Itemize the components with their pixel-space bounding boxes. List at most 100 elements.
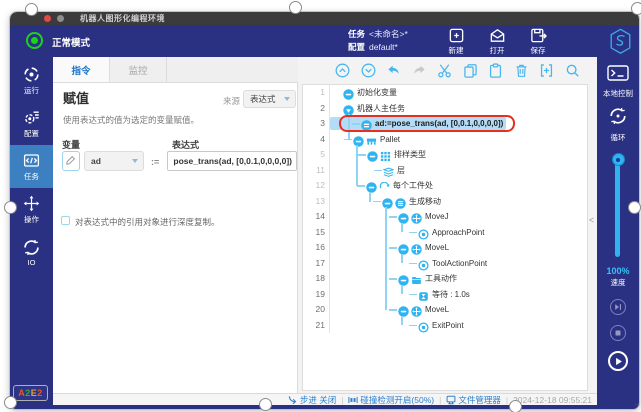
- tree-row-label: ExitPoint: [432, 321, 464, 330]
- config-label: 配置: [348, 42, 365, 52]
- tree-row-number: 5: [303, 147, 330, 163]
- tree-row-number: 18: [303, 271, 330, 287]
- status-text: 步进 关闭: [300, 394, 336, 406]
- sidebar-item-run[interactable]: 运行: [10, 59, 53, 102]
- panel-collapse-handle[interactable]: <: [589, 215, 594, 225]
- window-title: 机器人图形化编程环境: [80, 12, 165, 25]
- status-text: 文件管理器: [458, 394, 501, 406]
- minus-circle-icon[interactable]: [398, 304, 409, 315]
- new-button[interactable]: 新建: [438, 27, 474, 56]
- sidebar-item-task[interactable]: 任务: [10, 145, 53, 188]
- new-button-label: 新建: [449, 45, 464, 56]
- cut-button[interactable]: [437, 63, 452, 78]
- variable-select[interactable]: ad: [84, 151, 144, 171]
- annotation-handle: [259, 398, 272, 411]
- triangle-circle-icon[interactable]: [343, 103, 354, 114]
- deep-copy-checkbox[interactable]: [61, 216, 70, 225]
- window-close-button[interactable]: [44, 15, 51, 22]
- minus-circle-icon[interactable]: [382, 196, 393, 207]
- tree-row-label: 生成移动: [409, 196, 441, 207]
- tree-row[interactable]: 15ApproachPoint: [303, 225, 587, 241]
- local-control-icon[interactable]: [607, 65, 629, 86]
- tree-row[interactable]: 3ad:=pose_trans(ad, [0,0.1,0,0,0,0]): [303, 116, 587, 132]
- undo-button[interactable]: [386, 63, 401, 78]
- screenshot-root: 机器人图形化编程环境 正常模式 任务<未命名>* 配置default* 新建 打开…: [0, 0, 641, 412]
- minus-circle-icon[interactable]: [343, 87, 354, 98]
- status-separator: |: [506, 395, 508, 405]
- expression-input[interactable]: pose_trans(ad, [0,0.1,0,0,0,0]): [167, 151, 297, 171]
- tree-row[interactable]: 18工具动作: [303, 271, 587, 287]
- tree-connector-stub: [409, 232, 417, 234]
- tab-instruction[interactable]: 指令: [53, 57, 110, 82]
- tree-connector: [356, 145, 358, 186]
- tree-connector-stub: [352, 123, 360, 125]
- tree-row[interactable]: 12每个工件处: [303, 178, 587, 194]
- tree-row[interactable]: 19等待 : 1.0s: [303, 287, 587, 303]
- tree-row-label: ApproachPoint: [432, 228, 484, 237]
- mode-label: 正常模式: [52, 35, 90, 49]
- edit-variable-button[interactable]: [62, 151, 80, 171]
- speed-slider-handle[interactable]: [612, 153, 625, 166]
- expand-all-button[interactable]: [361, 63, 376, 78]
- minus-circle-icon[interactable]: [398, 273, 409, 284]
- instruction-tabs: 指令 监控: [53, 57, 298, 83]
- sidebar-item-label: 配置: [24, 128, 39, 139]
- tree-row[interactable]: 17ToolActionPoint: [303, 256, 587, 272]
- play-button[interactable]: [608, 351, 628, 371]
- sidebar-item-io[interactable]: IO: [10, 231, 53, 274]
- tree-row[interactable]: 11层: [303, 163, 587, 179]
- insert-button[interactable]: [539, 63, 554, 78]
- tree-row[interactable]: 2机器人主任务: [303, 101, 587, 117]
- target-icon: [418, 320, 429, 331]
- save-button[interactable]: 保存: [520, 27, 556, 56]
- tree-row[interactable]: 16MoveL: [303, 240, 587, 256]
- minus-circle-icon[interactable]: [398, 242, 409, 253]
- tree-row[interactable]: 1初始化变量: [303, 85, 587, 101]
- status-collision[interactable]: 碰撞检测开启(50%): [348, 394, 434, 406]
- task-config-block: 任务<未命名>* 配置default*: [348, 28, 408, 54]
- stop-button[interactable]: [610, 325, 626, 341]
- minus-circle-icon[interactable]: [367, 149, 378, 160]
- minus-circle-icon[interactable]: [353, 134, 364, 145]
- minus-circle-icon[interactable]: [366, 180, 377, 191]
- search-button[interactable]: [565, 63, 580, 78]
- tree-row-body: 生成移动: [330, 195, 441, 208]
- tree-row[interactable]: 20MoveL: [303, 302, 587, 318]
- collision-icon: [348, 395, 358, 405]
- tree-row[interactable]: 21ExitPoint: [303, 318, 587, 334]
- status-step-status[interactable]: 步进 关闭: [288, 394, 336, 406]
- sidebar-item-config[interactable]: 配置: [10, 102, 53, 145]
- task-icon: [23, 152, 40, 169]
- tab-monitor[interactable]: 监控: [110, 57, 167, 82]
- loop-mode-icon[interactable]: [609, 107, 627, 130]
- tree-row-number: 13: [303, 194, 330, 210]
- app-logo-icon: [609, 28, 632, 54]
- tree-row-number: 11: [303, 163, 330, 179]
- window-minimize-button[interactable]: [57, 15, 64, 22]
- open-button[interactable]: 打开: [479, 27, 515, 56]
- copy-button[interactable]: [463, 63, 478, 78]
- task-tree-rows: 1初始化变量2机器人主任务3ad:=pose_trans(ad, [0,0.1,…: [303, 85, 587, 333]
- open-button-label: 打开: [490, 45, 505, 56]
- step-button[interactable]: [610, 299, 626, 315]
- file-manager-icon: [446, 395, 456, 405]
- speed-slider-track[interactable]: [615, 157, 620, 257]
- redo-button[interactable]: [412, 63, 427, 78]
- tree-row[interactable]: 5排样类型: [303, 147, 587, 163]
- paste-button[interactable]: [488, 63, 503, 78]
- tree-connector: [385, 207, 387, 310]
- sidebar-item-label: IO: [28, 258, 36, 267]
- tree-connector-stub: [357, 185, 365, 187]
- speed-value: 100%: [597, 266, 639, 276]
- tree-row-body: 机器人主任务: [330, 102, 405, 115]
- status-file-manager[interactable]: 文件管理器: [446, 394, 501, 406]
- collapse-all-button[interactable]: [335, 63, 350, 78]
- tree-row[interactable]: 4Pallet: [303, 132, 587, 148]
- source-select[interactable]: 表达式: [243, 90, 296, 108]
- tree-row[interactable]: 14MoveJ: [303, 209, 587, 225]
- tree-row[interactable]: 13 生成移动: [303, 194, 587, 210]
- minus-circle-icon[interactable]: [398, 211, 409, 222]
- tree-row-body: ApproachPoint: [330, 226, 484, 239]
- delete-button[interactable]: [514, 63, 529, 78]
- tree-row-body: Pallet: [330, 133, 400, 146]
